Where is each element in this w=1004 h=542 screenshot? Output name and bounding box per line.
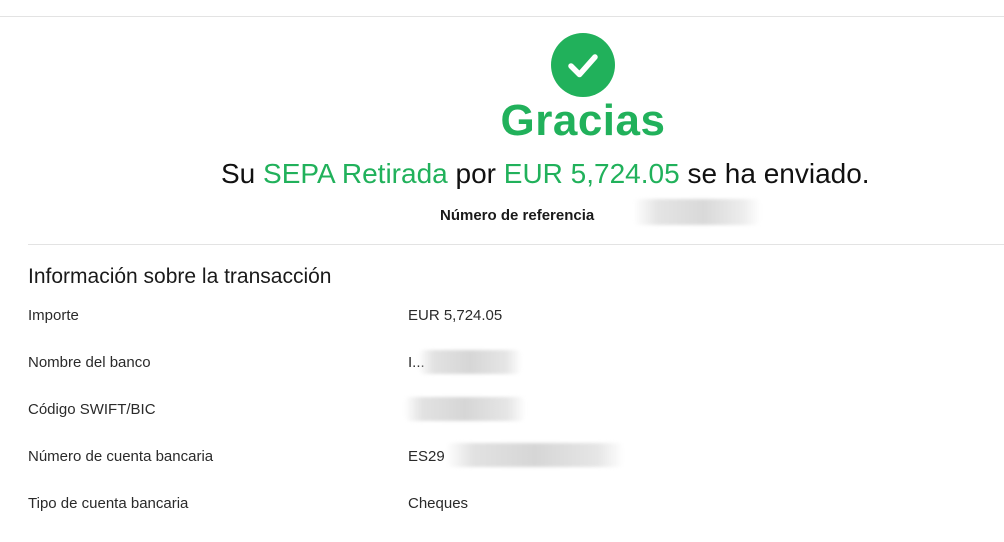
reference-number-redacted [633,199,761,225]
message-suffix: se ha enviado. [687,158,870,189]
info-row-amount: Importe EUR 5,724.05 [28,305,988,327]
swift-redacted [404,397,526,421]
bank-name-label: Nombre del banco [28,354,151,371]
reference-label: Número de referencia [440,207,595,224]
transaction-info-heading: Información sobre la transacción [28,265,332,288]
withdrawal-amount: EUR 5,724.05 [503,158,680,189]
info-row-account-type: Tipo de cuenta bancaria Cheques [28,493,988,515]
section-divider [28,244,1004,245]
bank-name-redacted [418,350,522,374]
confirmation-message: Su SEPA Retirada por EUR 5,724.05 se ha … [221,155,981,193]
account-number-value: ES29 [408,448,445,465]
check-circle-icon [551,33,615,97]
page-title: Gracias [500,96,666,145]
account-type-label: Tipo de cuenta bancaria [28,495,189,512]
top-divider [0,16,1004,17]
amount-value: EUR 5,724.05 [408,307,503,324]
withdrawal-method: SEPA Retirada [263,158,448,189]
message-connector: por [455,158,496,189]
message-prefix: Su [221,158,256,189]
account-type-value: Cheques [408,495,469,512]
swift-label: Código SWIFT/BIC [28,401,156,418]
amount-label: Importe [28,307,79,324]
account-number-label: Número de cuenta bancaria [28,448,214,465]
account-number-redacted [446,443,624,467]
